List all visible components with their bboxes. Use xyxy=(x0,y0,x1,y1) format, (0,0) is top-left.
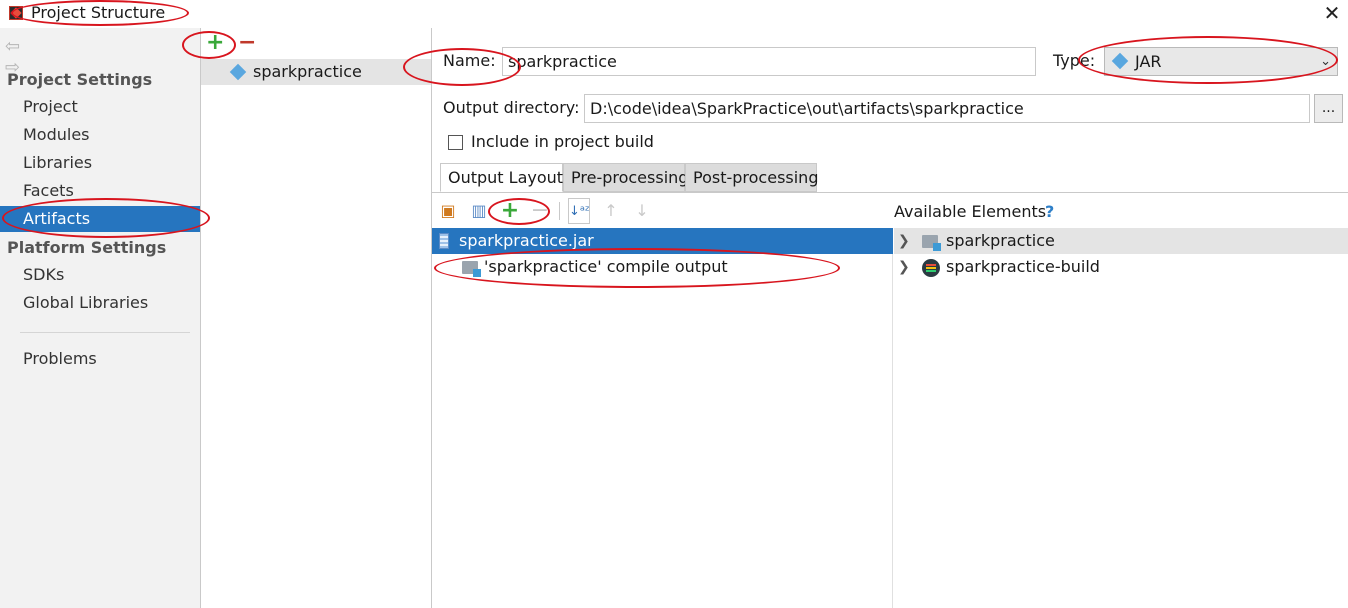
tab-pre-processing[interactable]: Pre-processing xyxy=(563,163,688,192)
name-field[interactable]: sparkpractice xyxy=(502,47,1036,76)
sidebar-item-artifacts[interactable]: Artifacts xyxy=(0,206,200,232)
remove-artifact-button[interactable]: − xyxy=(238,32,256,54)
close-button[interactable]: ✕ xyxy=(1322,2,1342,24)
move-up-icon[interactable]: ↑ xyxy=(600,198,622,224)
available-item-build[interactable]: ❯ sparkpractice-build xyxy=(894,254,1348,280)
back-arrow-icon[interactable]: ⇦ xyxy=(5,36,25,57)
available-elements-tree: ❯ sparkpractice ❯ sparkpractice-build xyxy=(894,228,1348,608)
nav-arrows: ⇦ ⇨ xyxy=(5,36,65,78)
help-icon[interactable]: ? xyxy=(1045,202,1054,221)
include-in-build-label: Include in project build xyxy=(471,132,654,151)
output-directory-field[interactable]: D:\code\idea\SparkPractice\out\artifacts… xyxy=(584,94,1310,123)
chevron-down-icon: ⌄ xyxy=(1320,54,1331,69)
intellij-app-icon xyxy=(9,6,23,20)
toolbar-separator xyxy=(559,202,560,220)
tree-row-compile-output[interactable]: 'sparkpractice' compile output xyxy=(432,254,728,280)
type-select-value: JAR xyxy=(1135,52,1162,71)
type-select[interactable]: JAR ⌄ xyxy=(1104,47,1338,76)
module-folder-icon xyxy=(922,235,941,251)
include-in-build-checkbox[interactable] xyxy=(448,135,463,150)
module-output-folder-icon xyxy=(462,261,481,277)
sidebar-item-project[interactable]: Project xyxy=(0,94,200,120)
window-title: Project Structure xyxy=(31,3,166,22)
add-artifact-button[interactable]: + xyxy=(206,32,224,54)
chevron-right-icon[interactable]: ❯ xyxy=(898,254,910,280)
sort-az-icon[interactable]: ↓ᵃᶻ xyxy=(568,198,590,224)
sidebar-item-modules[interactable]: Modules xyxy=(0,122,200,148)
available-item-build-label: sparkpractice-build xyxy=(946,257,1100,276)
create-directory-icon[interactable]: ▣ xyxy=(437,198,459,224)
tab-output-layout[interactable]: Output Layout xyxy=(440,163,563,192)
output-directory-label: Output directory: xyxy=(443,98,580,117)
artifact-diamond-icon xyxy=(229,63,247,81)
sidebar-item-sdks[interactable]: SDKs xyxy=(0,262,200,288)
tree-row-jar[interactable]: sparkpractice.jar xyxy=(432,228,893,254)
available-item-module-label: sparkpractice xyxy=(946,231,1055,250)
project-settings-heading: Project Settings xyxy=(7,70,153,89)
name-label: Name: xyxy=(443,51,496,70)
platform-settings-heading: Platform Settings xyxy=(7,238,167,257)
sbt-build-icon xyxy=(922,259,940,277)
artifacts-list-panel: sparkpractice xyxy=(201,28,432,608)
sidebar-item-global-libraries[interactable]: Global Libraries xyxy=(0,290,200,316)
tree-row-compile-output-label: 'sparkpractice' compile output xyxy=(484,257,728,276)
available-elements-heading: Available Elements xyxy=(894,202,1047,221)
settings-sidebar: ⇦ ⇨ Project Settings Project Modules Lib… xyxy=(0,28,201,608)
create-archive-icon[interactable]: ▥ xyxy=(468,198,490,224)
remove-element-button[interactable]: − xyxy=(529,198,551,224)
artifact-list-item[interactable]: sparkpractice xyxy=(201,59,431,85)
tab-divider xyxy=(432,192,1348,193)
move-down-icon[interactable]: ↓ xyxy=(631,198,653,224)
chevron-right-icon[interactable]: ❯ xyxy=(898,228,910,254)
title-bar: Project Structure ✕ xyxy=(0,0,1348,28)
tree-row-jar-label: sparkpractice.jar xyxy=(459,231,594,250)
browse-button[interactable]: ... xyxy=(1314,94,1343,123)
tab-post-processing[interactable]: Post-processing xyxy=(685,163,818,192)
jar-file-icon xyxy=(439,233,449,249)
sidebar-item-libraries[interactable]: Libraries xyxy=(0,150,200,176)
output-layout-tree: sparkpractice.jar 'sparkpractice' compil… xyxy=(432,228,893,608)
jar-type-diamond-icon xyxy=(1111,52,1129,70)
add-element-button[interactable]: + xyxy=(499,198,521,224)
available-item-module[interactable]: ❯ sparkpractice xyxy=(894,228,1348,254)
sidebar-item-problems[interactable]: Problems xyxy=(0,346,200,372)
sidebar-item-facets[interactable]: Facets xyxy=(0,178,200,204)
sidebar-divider xyxy=(20,332,190,333)
artifact-list-item-label: sparkpractice xyxy=(253,62,362,81)
type-label: Type: xyxy=(1053,51,1096,70)
